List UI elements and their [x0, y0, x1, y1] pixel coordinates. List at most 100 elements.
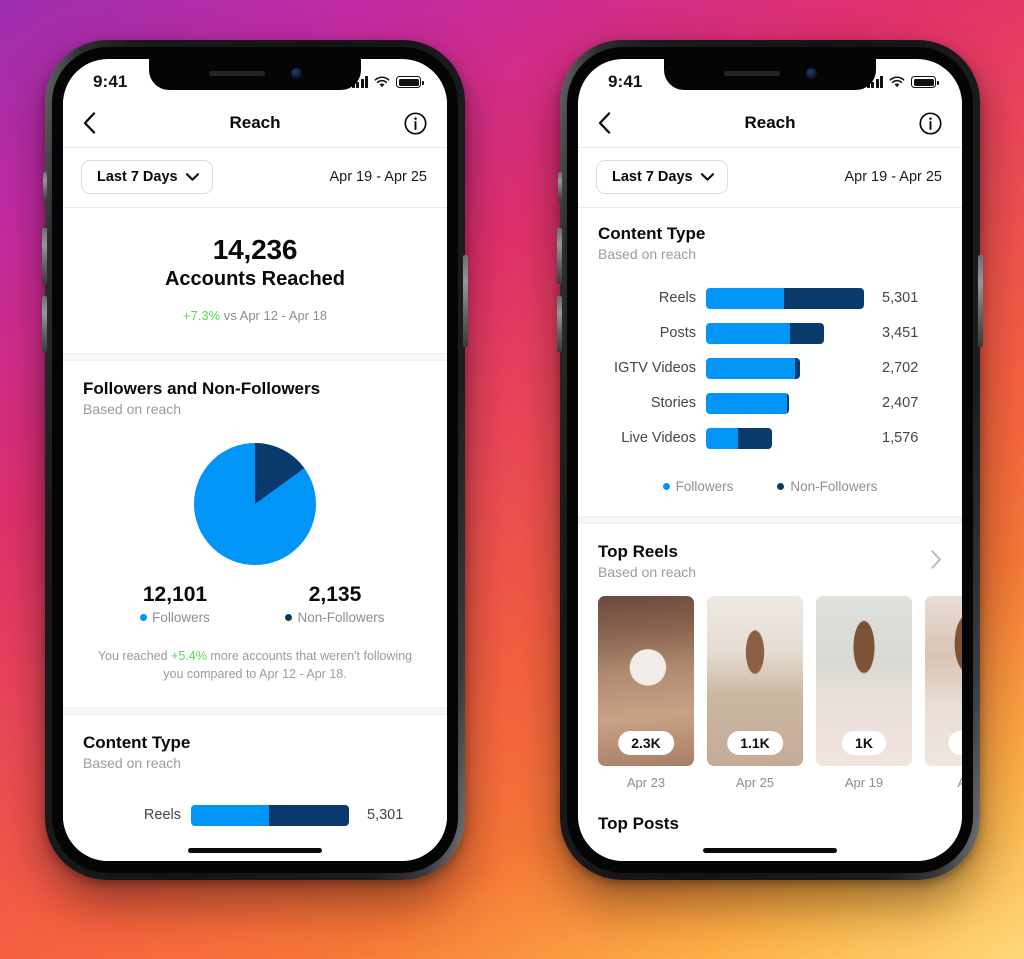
reel-date: Apr 23 [626, 775, 666, 790]
delta-percent: +7.3% [182, 308, 221, 323]
battery-full-icon [911, 76, 939, 88]
legend-followers-label: Followers [675, 479, 734, 494]
nav-divider [63, 147, 447, 148]
back-button-right[interactable] [598, 112, 628, 134]
info-button[interactable] [397, 111, 427, 135]
reel-thumbnail[interactable]: 900 [925, 596, 962, 766]
content-type-section-left: Content Type Based on reach Reels 5,301 [63, 715, 447, 841]
date-range-label: Last 7 Days [612, 169, 693, 185]
top-reels-carousel[interactable]: 2.3K Apr 23 1.1K Apr 25 1K Apr 19 900 Apr 2 [598, 580, 962, 790]
back-button[interactable] [83, 112, 113, 134]
followers-dot-icon [662, 483, 670, 490]
phone-right: 9:41 Reach Last 7 Days Apr 19 - Apr 25 C… [557, 40, 983, 880]
silent-switch-right[interactable] [558, 172, 562, 202]
bar-track [706, 392, 789, 414]
content-type-section-right: Content Type Based on reach Reels 5,301 Po… [578, 208, 962, 516]
bar-row: Stories 2,407 [598, 387, 942, 419]
volume-up-button[interactable] [42, 228, 47, 284]
legend-followers-right: Followers [662, 479, 734, 494]
chevron-down-icon [700, 173, 714, 181]
bar-label: Reels [658, 290, 696, 306]
followers-nonfollowers-section: Followers and Non-Followers Based on rea… [63, 361, 447, 708]
date-range-dropdown[interactable]: Last 7 Days [81, 160, 213, 194]
reel-reach-badge: 900 [948, 731, 962, 755]
earpiece-speaker-icon [723, 71, 780, 76]
bar-segment-nonfollowers [269, 804, 349, 826]
info-circle-icon [404, 111, 427, 135]
bar-value: 2,407 [882, 395, 919, 411]
screen-left: 9:41 Reach Last 7 Days Apr 19 - Apr 25 1… [63, 59, 447, 861]
reel-thumbnail[interactable]: 2.3K [598, 596, 694, 766]
power-button-right[interactable] [978, 255, 983, 347]
info-button-right[interactable] [912, 111, 942, 135]
earpiece-speaker-icon [208, 71, 265, 76]
bar-segment-nonfollowers [795, 357, 800, 379]
volume-up-button-right[interactable] [557, 228, 562, 284]
chevron-right-icon [931, 550, 941, 569]
bar-track [706, 357, 800, 379]
bar-segment-nonfollowers [790, 322, 824, 344]
bar-row: Live Videos 1,576 [598, 422, 942, 454]
top-posts-title: Top Posts [598, 814, 679, 833]
info-circle-icon [919, 111, 942, 135]
power-button[interactable] [463, 255, 468, 347]
wifi-icon [374, 76, 390, 88]
content-scroll-left[interactable]: Last 7 Days Apr 19 - Apr 25 14,236 Accou… [63, 147, 447, 861]
front-camera-icon [805, 68, 817, 79]
nonfollowers-label: Non-Followers [297, 610, 385, 625]
bar-value: 3,451 [882, 325, 919, 341]
reel-date: Apr 25 [735, 775, 775, 790]
nonfollowers-key: Non-Followers [255, 610, 415, 625]
notch-right [664, 59, 876, 90]
bar-chart-legend: Followers Non-Followers [598, 463, 942, 516]
bar-track [191, 804, 349, 826]
bar-segment-followers [706, 392, 787, 414]
screen-right: 9:41 Reach Last 7 Days Apr 19 - Apr 25 C… [578, 59, 962, 861]
volume-down-button-right[interactable] [557, 296, 562, 352]
bar-value: 1,576 [882, 430, 919, 446]
volume-down-button[interactable] [42, 296, 47, 352]
top-reels-header[interactable]: Top Reels Based on reach [598, 524, 942, 580]
accounts-reached-label: Accounts Reached [164, 268, 346, 290]
bar-segment-nonfollowers [787, 392, 789, 414]
date-range-display: Apr 19 - Apr 25 [329, 169, 427, 185]
content-scroll-right[interactable]: Last 7 Days Apr 19 - Apr 25 Content Type… [578, 147, 962, 861]
reel-card[interactable]: 1K Apr 19 [816, 596, 912, 790]
bar-segment-followers [706, 287, 784, 309]
followers-label: Followers [152, 610, 210, 625]
bar-track [706, 287, 864, 309]
top-reels-subtitle: Based on reach [598, 564, 697, 580]
date-range-dropdown-right[interactable]: Last 7 Days [596, 160, 728, 194]
bar-segment-followers [191, 804, 269, 826]
bar-segment-nonfollowers [784, 287, 864, 309]
reel-reach-badge: 2.3K [618, 731, 674, 755]
bar-row: Reels 5,301 [598, 282, 942, 314]
home-indicator[interactable] [188, 848, 322, 853]
bar-label: Stories [650, 395, 696, 411]
legend-nonfollowers-label: Non-Followers [790, 479, 878, 494]
accounts-reached-delta: +7.3% vs Apr 12 - Apr 18 [83, 308, 427, 323]
bar-segment-nonfollowers [738, 427, 772, 449]
content-type-subtitle: Based on reach [598, 246, 697, 262]
note-pre: You reached [97, 649, 172, 663]
pie-legend: 12,101 Followers 2,135 Non-Followers [83, 569, 427, 625]
reel-card[interactable]: 900 Apr 2 [925, 596, 962, 790]
bar-row: Reels 5,301 [83, 799, 427, 831]
home-indicator-right[interactable] [703, 848, 837, 853]
bar-value: 5,301 [882, 290, 919, 306]
bar-label: IGTV Videos [614, 360, 696, 376]
followers-dot-icon [140, 614, 148, 621]
silent-switch[interactable] [43, 172, 47, 202]
reel-card[interactable]: 1.1K Apr 25 [707, 596, 803, 790]
reel-thumbnail[interactable]: 1.1K [707, 596, 803, 766]
followers-section-subtitle: Based on reach [83, 401, 182, 417]
reel-thumbnail[interactable]: 1K [816, 596, 912, 766]
phone-bezel-right: 9:41 Reach Last 7 Days Apr 19 - Apr 25 C… [567, 47, 973, 873]
followers-pie-chart [194, 443, 316, 565]
top-reels-title: Top Reels [598, 542, 678, 561]
reel-reach-badge: 1.1K [727, 731, 783, 755]
followers-section-title: Followers and Non-Followers [83, 379, 321, 398]
reel-reach-badge: 1K [842, 731, 886, 755]
chevron-left-icon [83, 112, 96, 134]
reel-card[interactable]: 2.3K Apr 23 [598, 596, 694, 790]
